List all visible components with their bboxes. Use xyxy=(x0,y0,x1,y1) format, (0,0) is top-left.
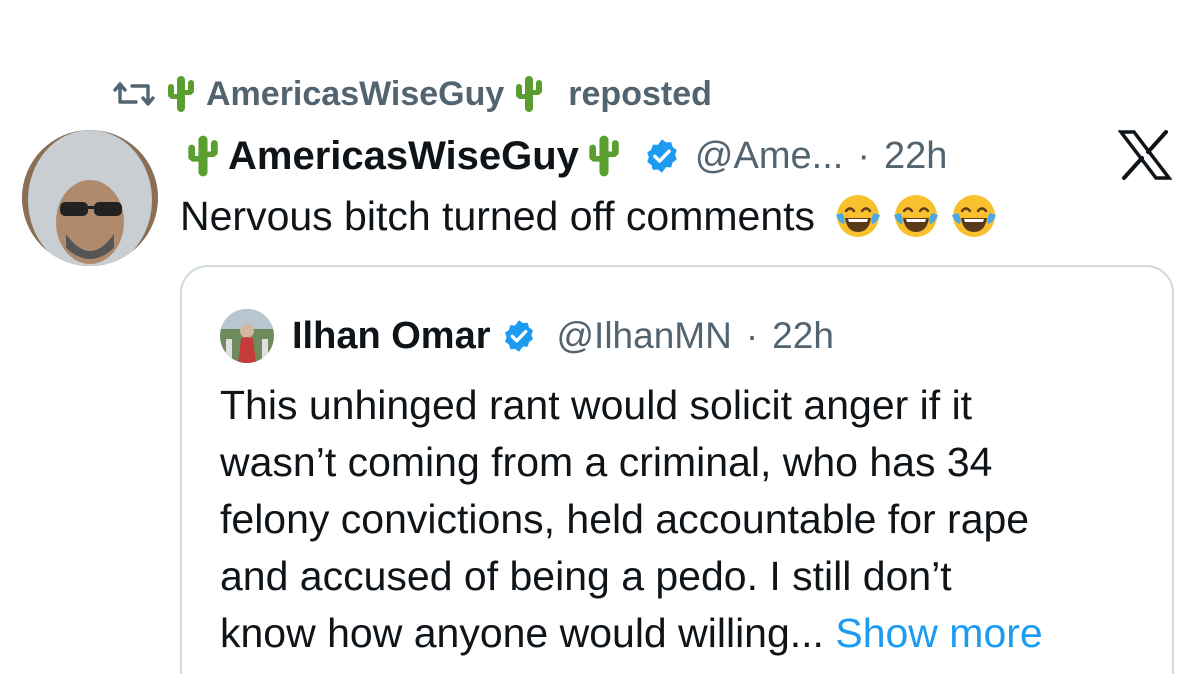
repost-user-name[interactable]: AmericasWiseGuy xyxy=(206,75,504,114)
quoted-author-line: Ilhan Omar @IlhanMN · 22h xyxy=(220,309,834,363)
separator-dot: · xyxy=(745,315,759,356)
author-handle[interactable]: @Ame... xyxy=(695,135,843,178)
tweet-text: Nervous bitch turned off comments xyxy=(180,188,999,244)
repost-header[interactable]: AmericasWiseGuy reposted xyxy=(112,72,712,116)
face-with-tears-of-joy-icon xyxy=(894,195,939,237)
quoted-post-time[interactable]: 22h xyxy=(772,315,834,357)
quoted-text-truncated: know how anyone would willing... xyxy=(220,610,824,656)
author-name[interactable]: AmericasWiseGuy xyxy=(228,134,579,179)
author-avatar[interactable] xyxy=(22,130,158,266)
post-screenshot: AmericasWiseGuy reposted AmericasWiseGuy… xyxy=(0,0,1199,674)
quoted-author-handle[interactable]: @IlhanMN xyxy=(557,315,732,357)
quoted-author-name[interactable]: Ilhan Omar xyxy=(292,315,491,358)
avatar-image xyxy=(22,130,158,266)
cactus-icon xyxy=(188,135,218,177)
face-with-tears-of-joy-icon xyxy=(952,195,997,237)
verified-badge-icon xyxy=(504,320,533,352)
tweet-text-content: Nervous bitch turned off comments xyxy=(180,192,816,239)
x-logo-icon xyxy=(1118,130,1172,180)
cactus-icon xyxy=(589,135,619,177)
quoted-text-line: and accused of being a pedo. I still don… xyxy=(220,553,952,599)
quoted-text-line-last: know how anyone would willing... Show mo… xyxy=(220,605,1150,662)
face-with-tears-of-joy-icon xyxy=(836,195,881,237)
repost-icon xyxy=(113,82,155,106)
repost-action-label: reposted xyxy=(568,74,712,113)
separator-dot: · xyxy=(857,134,870,177)
quoted-text-line: This unhinged rant would solicit anger i… xyxy=(220,382,973,428)
quoted-text-line: felony convictions, held accountable for… xyxy=(220,496,1030,542)
quoted-author-avatar[interactable] xyxy=(220,309,274,363)
post-time[interactable]: 22h xyxy=(884,135,947,178)
cactus-icon xyxy=(168,76,194,112)
verified-badge-icon xyxy=(647,139,677,173)
quoted-post-card[interactable]: Ilhan Omar @IlhanMN · 22h This unhinged … xyxy=(180,265,1174,674)
author-line: AmericasWiseGuy @Ame... · 22h xyxy=(186,128,947,184)
quoted-text-line: wasn’t coming from a criminal, who has 3… xyxy=(220,439,993,485)
quoted-post-text: This unhinged rant would solicit anger i… xyxy=(220,377,1150,662)
show-more-link[interactable]: Show more xyxy=(835,610,1042,656)
cactus-icon xyxy=(516,76,543,112)
